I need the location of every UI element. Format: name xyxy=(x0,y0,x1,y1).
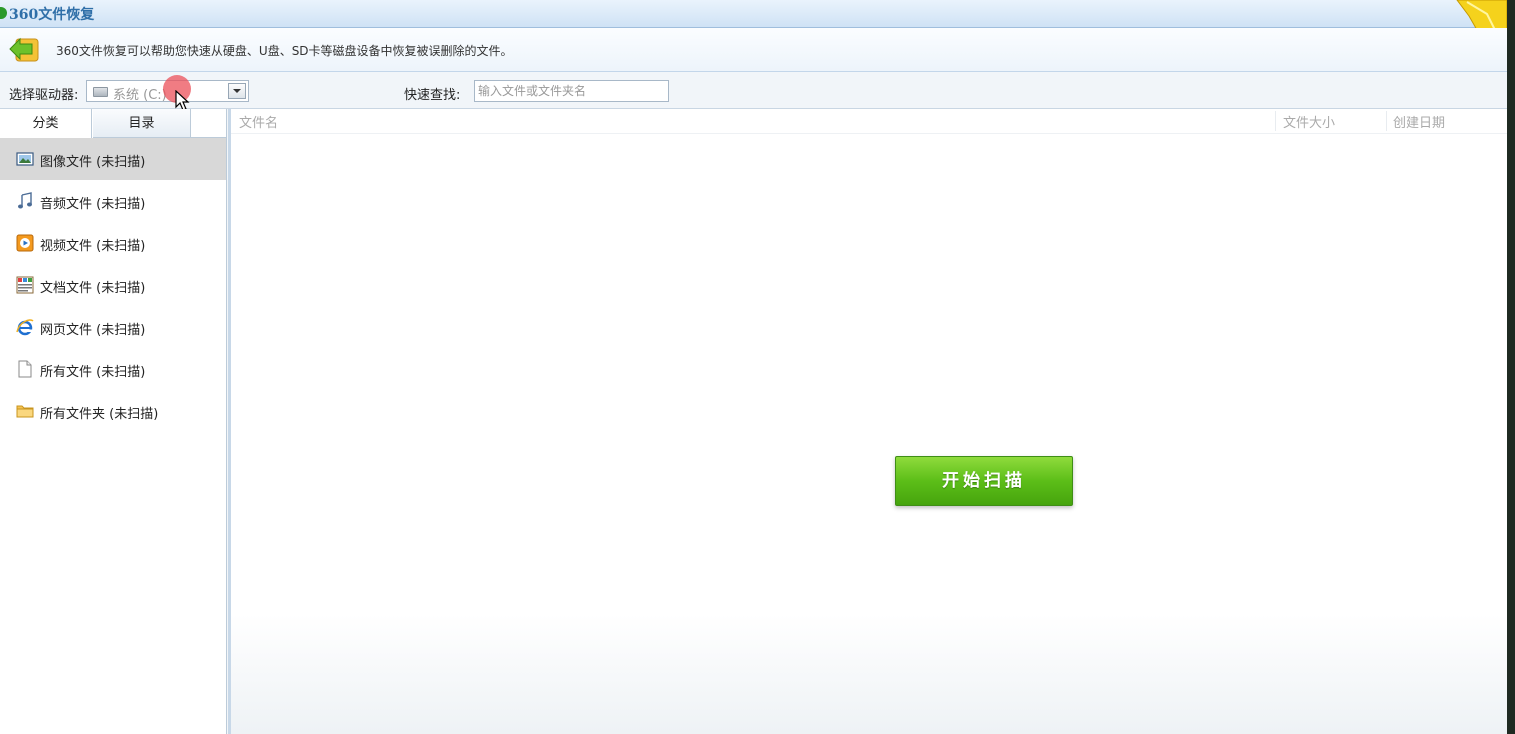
recovery-arrow-icon xyxy=(9,37,39,62)
category-web-files[interactable]: 网页文件 (未扫描) xyxy=(0,306,226,348)
hard-drive-icon xyxy=(93,87,108,97)
search-input[interactable] xyxy=(474,80,669,102)
category-label: 图像文件 (未扫描) xyxy=(40,155,146,170)
category-list: 图像文件 (未扫描) 音频文件 (未扫描) 视频文件 (未扫描) 文档文件 (未… xyxy=(0,138,226,432)
category-label: 音频文件 (未扫描) xyxy=(40,197,146,212)
start-scan-button[interactable]: 开始扫描 xyxy=(895,456,1073,506)
app-window: 360文件恢复 360文件恢复可以帮助您快速从硬盘、U盘、SD卡等磁盘设备中恢复… xyxy=(0,0,1507,734)
left-panel: 分类 目录 图像文件 (未扫描) 音频文件 (未扫描) 视频文件 (未扫描) 文… xyxy=(0,109,227,734)
image-icon xyxy=(16,152,34,166)
category-label: 视频文件 (未扫描) xyxy=(40,239,146,254)
toolbar: 选择驱动器: 系统 (C:) 快速查找: xyxy=(0,72,1507,109)
category-label: 所有文件夹 (未扫描) xyxy=(40,407,159,422)
column-header-date[interactable]: 创建日期 xyxy=(1393,112,1445,131)
search-label: 快速查找: xyxy=(404,88,461,103)
column-header-name[interactable]: 文件名 xyxy=(239,112,278,131)
category-label: 文档文件 (未扫描) xyxy=(40,281,146,296)
column-header-size[interactable]: 文件大小 xyxy=(1283,112,1335,131)
drive-select-value: 系统 (C:) xyxy=(113,88,167,103)
chevron-down-icon[interactable] xyxy=(228,83,246,99)
tab-directory[interactable]: 目录 xyxy=(93,109,191,138)
category-label: 所有文件 (未扫描) xyxy=(40,365,146,380)
blank-file-icon xyxy=(18,360,32,378)
window-title: 360文件恢复 xyxy=(9,7,95,23)
ie-icon xyxy=(16,319,34,336)
category-label: 网页文件 (未扫描) xyxy=(40,323,146,338)
category-image-files[interactable]: 图像文件 (未扫描) xyxy=(0,138,226,180)
category-document-files[interactable]: 文档文件 (未扫描) xyxy=(0,264,226,306)
title-bar: 360文件恢复 xyxy=(0,0,1507,54)
app-icon xyxy=(0,7,7,19)
folder-icon xyxy=(16,405,34,418)
info-description: 360文件恢复可以帮助您快速从硬盘、U盘、SD卡等磁盘设备中恢复被误删除的文件。 xyxy=(56,44,513,58)
left-tabs: 分类 目录 xyxy=(0,109,226,138)
drive-label: 选择驱动器: xyxy=(9,88,79,103)
video-icon xyxy=(16,234,34,252)
music-note-icon xyxy=(18,192,32,209)
document-icon xyxy=(16,276,34,294)
info-bar: 360文件恢复可以帮助您快速从硬盘、U盘、SD卡等磁盘设备中恢复被误删除的文件。 xyxy=(0,28,1507,72)
file-list-panel: 文件名 文件大小 创建日期 xyxy=(228,109,1507,734)
category-all-folders[interactable]: 所有文件夹 (未扫描) xyxy=(0,390,226,432)
category-video-files[interactable]: 视频文件 (未扫描) xyxy=(0,222,226,264)
tab-category[interactable]: 分类 xyxy=(0,109,92,138)
category-all-files[interactable]: 所有文件 (未扫描) xyxy=(0,348,226,390)
file-list-header: 文件名 文件大小 创建日期 xyxy=(231,109,1507,134)
category-audio-files[interactable]: 音频文件 (未扫描) xyxy=(0,180,226,222)
